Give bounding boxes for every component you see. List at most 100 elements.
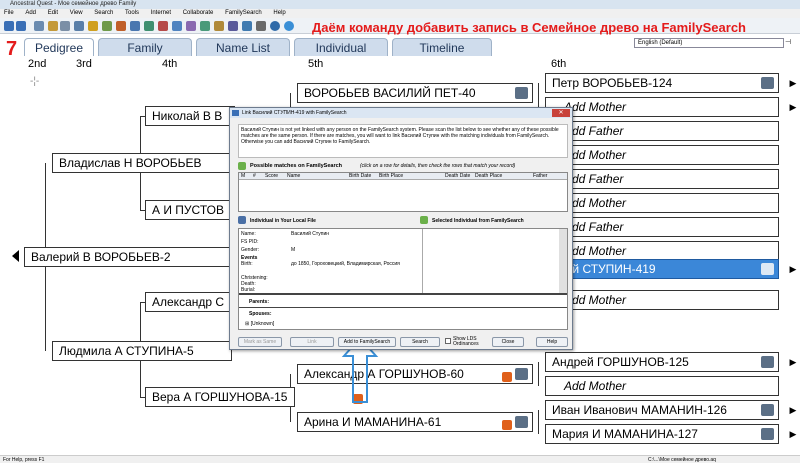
report-icon[interactable]	[186, 21, 196, 31]
add-mother-link[interactable]: Add Mother	[545, 193, 779, 213]
familysearch-icon[interactable]	[242, 21, 252, 31]
menu-view[interactable]: View	[70, 9, 83, 18]
help-button[interactable]: Help	[536, 337, 568, 347]
scroll-right-icon[interactable]: ▶	[788, 403, 798, 417]
mark-same-button[interactable]: Mark as Same	[238, 337, 282, 347]
chart-icon[interactable]	[172, 21, 182, 31]
add-mother-link[interactable]: Add Mother	[545, 97, 779, 117]
gen-6th: 6th	[551, 58, 567, 70]
menu-tools[interactable]: Tools	[125, 9, 139, 18]
tab-name-list[interactable]: Name List	[196, 38, 290, 56]
gen-5th: 5th	[308, 58, 324, 70]
menu-internet[interactable]: Internet	[151, 9, 171, 18]
person-gen6-13[interactable]: Иван Иванович МАМАНИН-126	[545, 400, 779, 420]
photo-icon[interactable]	[214, 21, 224, 31]
delete-icon[interactable]	[116, 21, 126, 31]
tab-timeline[interactable]: Timeline	[392, 38, 492, 56]
add-icon[interactable]	[88, 21, 98, 31]
help-icon[interactable]	[270, 21, 280, 31]
line	[538, 362, 539, 386]
menu-add[interactable]: Add	[25, 9, 36, 18]
home-icon[interactable]	[34, 21, 44, 31]
back-icon[interactable]	[4, 21, 14, 31]
add-father-link[interactable]: Add Father	[545, 217, 779, 237]
card-icon[interactable]	[761, 263, 774, 275]
forward-icon[interactable]	[16, 21, 26, 31]
person-gen6-1[interactable]: Петр ВОРОБЬЕВ-124	[545, 73, 779, 93]
tab-family[interactable]: Family	[98, 38, 192, 56]
card-icon[interactable]	[761, 356, 774, 368]
close-button[interactable]: Close	[492, 337, 524, 347]
add-mother-link[interactable]: Add Mother	[545, 376, 779, 396]
edit-icon[interactable]	[102, 21, 112, 31]
person-father[interactable]: Владислав Н ВОРОБЬЕВ	[52, 153, 232, 173]
search-icon[interactable]	[130, 21, 140, 31]
add-mother-link[interactable]: Add Mother	[545, 290, 779, 310]
globe-icon[interactable]	[284, 21, 294, 31]
card-icon[interactable]	[761, 77, 774, 89]
language-select[interactable]: English (Default)	[634, 38, 784, 48]
person-gen5-1[interactable]: ВОРОБЬЕВ ВАСИЛИЙ ПЕТ-40	[297, 83, 533, 103]
dialog-title: Link Василий СТУПИН-419 with FamilySearc…	[230, 108, 572, 118]
tab-individual[interactable]: Individual	[294, 38, 388, 56]
scroll-right-icon[interactable]: ▶	[788, 355, 798, 369]
person-root[interactable]: Валерий В ВОРОБЬЕВ-2	[24, 247, 234, 267]
tools-icon[interactable]	[158, 21, 168, 31]
card-icon[interactable]	[515, 368, 528, 380]
menu-collaborate[interactable]: Collaborate	[183, 9, 214, 18]
familysearch-icon[interactable]	[502, 420, 512, 430]
open-icon[interactable]	[48, 21, 58, 31]
save-icon[interactable]	[60, 21, 70, 31]
card-icon[interactable]	[761, 428, 774, 440]
person-mother[interactable]: Людмила А СТУПИНА-5	[52, 341, 232, 361]
sync-icon[interactable]	[144, 21, 154, 31]
add-to-familysearch-button[interactable]: Add to FamilySearch	[338, 337, 396, 347]
person-maternal-grandmother[interactable]: Вера А ГОРШУНОВА-15	[145, 387, 295, 407]
scroll-right-icon[interactable]: ▶	[788, 262, 798, 276]
tab-pedigree[interactable]: Pedigree	[24, 38, 94, 56]
menu-file[interactable]: File	[4, 9, 14, 18]
settings-icon[interactable]	[256, 21, 266, 31]
unknown-spouse[interactable]: ⊞ [Unknown]	[245, 321, 274, 327]
person-gen5-8[interactable]: Арина И МАМАНИНА-61	[297, 412, 533, 432]
familysearch-icon[interactable]	[502, 372, 512, 382]
menu-familysearch[interactable]: FamilySearch	[225, 9, 262, 18]
add-father-link[interactable]: Add Father	[545, 169, 779, 189]
link-button[interactable]: Link	[290, 337, 334, 347]
card-icon[interactable]	[515, 87, 528, 99]
back-arrow-icon[interactable]	[12, 250, 19, 262]
person-gen6-11[interactable]: Андрей ГОРШУНОВ-125	[545, 352, 779, 372]
field-name-label: Name:	[241, 231, 256, 237]
person-gen6-selected[interactable]: илий СТУПИН-419	[545, 259, 779, 279]
add-father-link[interactable]: Add Father	[545, 121, 779, 141]
local-file-icon	[238, 216, 246, 224]
gen-4th: 4th	[162, 58, 178, 70]
collapse-icon[interactable]: -¦-	[30, 76, 39, 87]
matches-table[interactable]: M # Score Name Birth Date Birth Place De…	[238, 172, 568, 212]
menu-search[interactable]: Search	[94, 9, 113, 18]
card-icon[interactable]	[761, 404, 774, 416]
menu-edit[interactable]: Edit	[48, 9, 58, 18]
person-gen5-7[interactable]: Александр А ГОРШУНОВ-60	[297, 364, 533, 384]
person-maternal-grandfather[interactable]: Александр С	[145, 292, 235, 312]
scroll-right-icon[interactable]: ▶	[788, 76, 798, 90]
map-icon[interactable]	[200, 21, 210, 31]
person-paternal-grandmother[interactable]: А И ПУСТОВ	[145, 200, 235, 220]
search-button[interactable]: Search	[400, 337, 440, 347]
person-gen6-14[interactable]: Мария И МАМАНИНА-127	[545, 424, 779, 444]
scrapbook-icon[interactable]	[228, 21, 238, 31]
menu-help[interactable]: Help	[273, 9, 285, 18]
scroll-right-icon[interactable]: ▶	[788, 427, 798, 441]
show-lds-checkbox[interactable]	[445, 338, 451, 344]
scroll-right-icon[interactable]: ▶	[788, 100, 798, 114]
close-icon[interactable]: ✕	[552, 109, 570, 117]
add-mother-link[interactable]: Add Mother	[545, 145, 779, 165]
scrollbar[interactable]	[559, 229, 567, 293]
col-num: #	[253, 173, 256, 179]
step-number: 7	[6, 38, 18, 60]
card-icon[interactable]	[515, 416, 528, 428]
pin-icon[interactable]: ⊣	[785, 38, 795, 48]
person-paternal-grandfather[interactable]: Николай В В	[145, 106, 235, 126]
print-icon[interactable]	[74, 21, 84, 31]
add-mother-link[interactable]: Add Mother	[545, 241, 779, 261]
